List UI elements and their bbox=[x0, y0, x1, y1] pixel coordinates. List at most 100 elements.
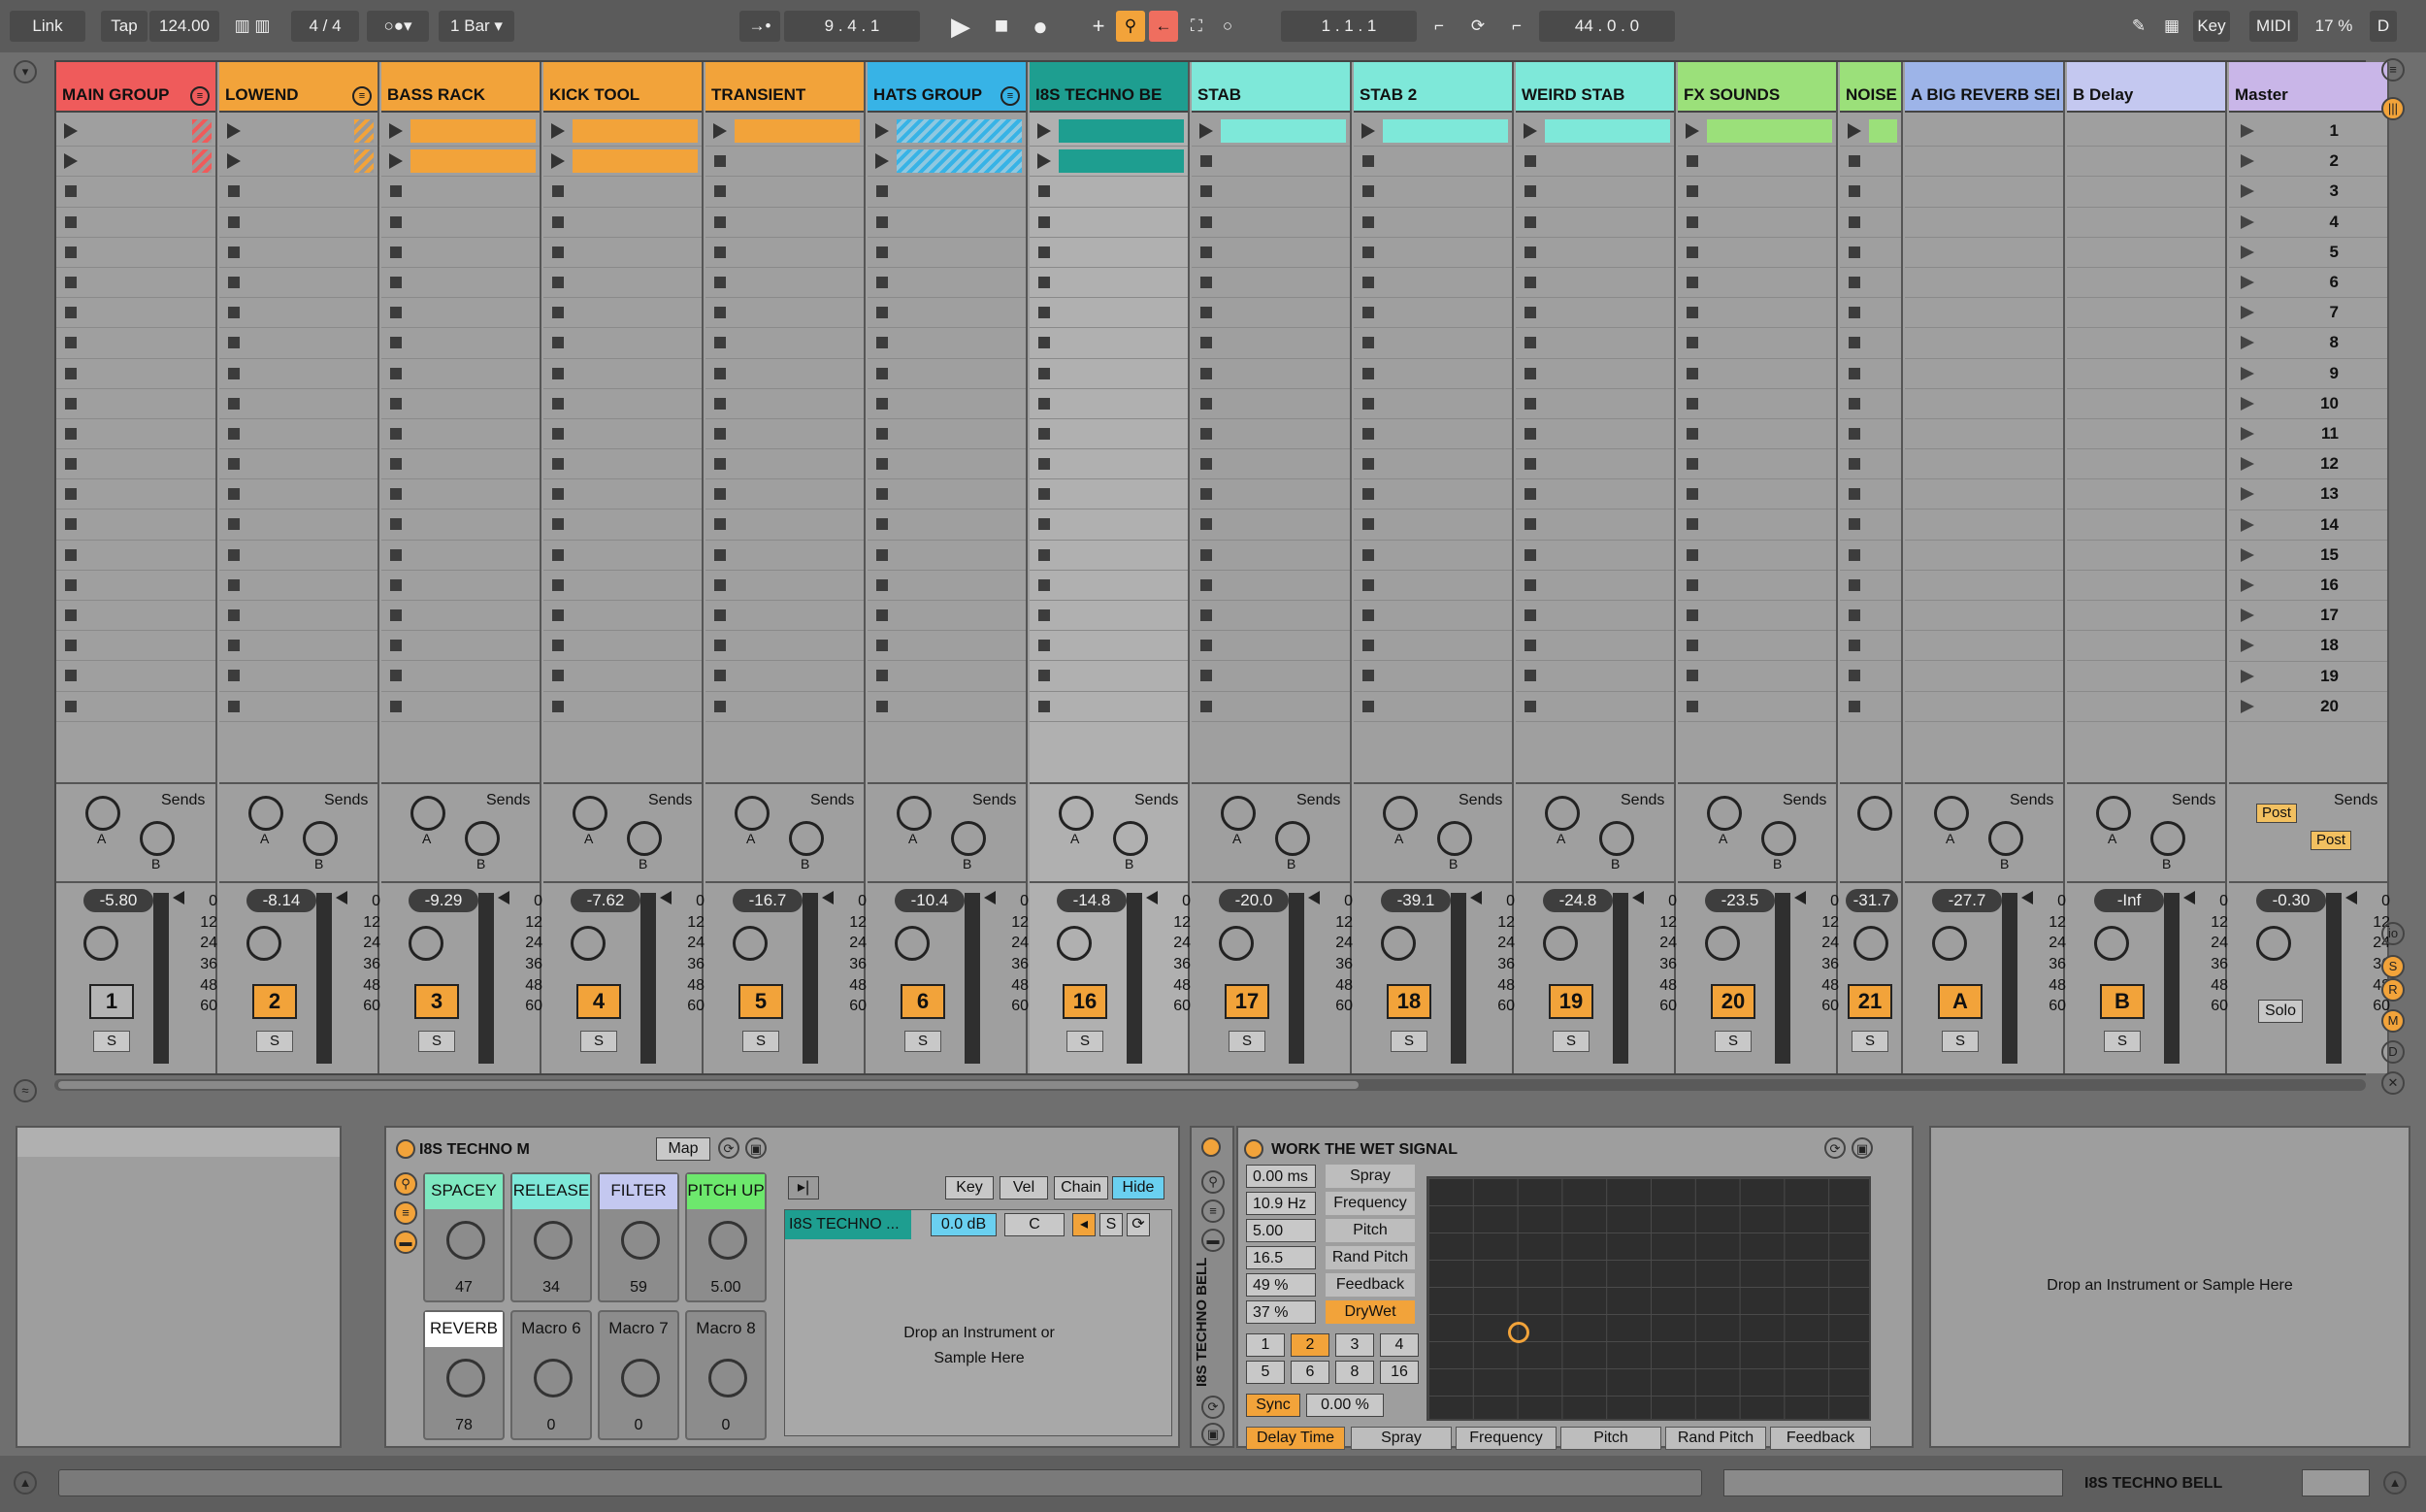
scene-3[interactable]: 3 bbox=[2229, 177, 2387, 208]
clip-slot[interactable] bbox=[1840, 631, 1901, 662]
clip-slot[interactable] bbox=[1840, 449, 1901, 480]
clip-slot[interactable] bbox=[1840, 692, 1901, 722]
send-a-knob[interactable] bbox=[2096, 796, 2131, 831]
tap-tempo-button[interactable]: Tap bbox=[101, 11, 148, 42]
link-button[interactable]: Link bbox=[10, 11, 85, 42]
clip-stop-icon[interactable] bbox=[876, 427, 888, 440]
clip-slot[interactable] bbox=[1840, 208, 1901, 238]
volume-fader-handle[interactable] bbox=[660, 891, 672, 904]
delay-division-button[interactable]: 1 bbox=[1246, 1333, 1285, 1357]
clip-slot[interactable] bbox=[381, 328, 540, 359]
clip-stop-icon[interactable] bbox=[65, 518, 77, 531]
back-to-arrangement-icon[interactable]: ← bbox=[1149, 11, 1178, 42]
clip-slot[interactable] bbox=[1840, 389, 1901, 419]
clip-slot[interactable] bbox=[1030, 116, 1188, 148]
solo-button[interactable]: S bbox=[904, 1031, 941, 1052]
clip-stop-icon[interactable] bbox=[1038, 246, 1050, 258]
clip-slot[interactable] bbox=[381, 298, 540, 329]
clip-stop-icon[interactable] bbox=[1524, 458, 1536, 471]
clip-slot[interactable] bbox=[1905, 479, 2063, 510]
clip-stop-icon[interactable] bbox=[65, 337, 77, 349]
clip-stop-icon[interactable] bbox=[1200, 155, 1212, 168]
clip-slot[interactable] bbox=[1516, 419, 1674, 450]
group-fold-icon[interactable]: ≡ bbox=[352, 86, 372, 106]
clip-stop-icon[interactable] bbox=[390, 215, 402, 228]
macro-5[interactable]: REVERB 78 bbox=[423, 1310, 505, 1440]
clip-slot[interactable] bbox=[1905, 116, 2063, 148]
clip-slot[interactable] bbox=[1516, 328, 1674, 359]
effect-param-name[interactable]: DryWet bbox=[1326, 1300, 1415, 1324]
follow-icon[interactable]: ○●▾ bbox=[367, 11, 429, 42]
clip-slot[interactable] bbox=[1516, 208, 1674, 238]
scene-launch-icon[interactable] bbox=[2241, 517, 2254, 532]
clip-slot[interactable] bbox=[219, 631, 377, 662]
clip-slot[interactable] bbox=[1192, 238, 1350, 268]
clip[interactable] bbox=[192, 149, 212, 174]
clip-slot[interactable] bbox=[1030, 298, 1188, 329]
clip-slot[interactable] bbox=[2067, 389, 2225, 419]
clip-slot[interactable] bbox=[1678, 238, 1836, 268]
clip-slot[interactable] bbox=[219, 298, 377, 329]
macro-4[interactable]: PITCH UP 5.00 bbox=[685, 1172, 767, 1302]
clip-stop-icon[interactable] bbox=[1362, 185, 1374, 198]
clip-stop-icon[interactable] bbox=[714, 155, 726, 168]
clip-slot[interactable] bbox=[1516, 177, 1674, 208]
send-b-knob[interactable] bbox=[627, 821, 662, 856]
clip-stop-icon[interactable] bbox=[1687, 185, 1698, 198]
clip-slot[interactable] bbox=[381, 208, 540, 238]
show-macros-icon[interactable]: ⚲ bbox=[394, 1172, 417, 1196]
clip-slot[interactable] bbox=[1516, 571, 1674, 601]
track-activator-button[interactable]: 5 bbox=[738, 984, 783, 1019]
clip-slot[interactable] bbox=[543, 328, 702, 359]
clip-slot[interactable] bbox=[1678, 631, 1836, 662]
scene-launch-icon[interactable] bbox=[2241, 699, 2254, 713]
solo-button[interactable]: S bbox=[1391, 1031, 1427, 1052]
clip[interactable] bbox=[897, 119, 1022, 144]
scene-launch-icon[interactable] bbox=[2241, 366, 2254, 380]
effect-param-name[interactable]: Rand Pitch bbox=[1326, 1246, 1415, 1269]
clip-slot[interactable] bbox=[705, 116, 864, 148]
clip-slot[interactable] bbox=[219, 208, 377, 238]
clip-slot[interactable] bbox=[543, 359, 702, 389]
clip[interactable] bbox=[1707, 119, 1832, 144]
clip-slot[interactable] bbox=[1354, 208, 1512, 238]
clip-slot[interactable] bbox=[1354, 479, 1512, 510]
pan-knob[interactable] bbox=[1219, 926, 1254, 961]
clip-stop-icon[interactable] bbox=[1038, 337, 1050, 349]
clip-stop-icon[interactable] bbox=[876, 215, 888, 228]
clip-slot[interactable] bbox=[868, 177, 1026, 208]
horizontal-scrollbar[interactable] bbox=[54, 1079, 2366, 1091]
clip-slot[interactable] bbox=[1678, 298, 1836, 329]
clip-slot[interactable] bbox=[1516, 692, 1674, 722]
scene-8[interactable]: 8 bbox=[2229, 328, 2387, 359]
clip-slot[interactable] bbox=[381, 601, 540, 632]
clip-slot[interactable] bbox=[1840, 419, 1901, 450]
clip-stop-icon[interactable] bbox=[390, 367, 402, 379]
master-solo-button[interactable]: Solo bbox=[2258, 1000, 2303, 1023]
send-b-knob[interactable] bbox=[951, 821, 986, 856]
scene-19[interactable]: 19 bbox=[2229, 662, 2387, 692]
clip-slot[interactable] bbox=[2067, 692, 2225, 722]
clip-stop-icon[interactable] bbox=[1038, 578, 1050, 591]
clip-slot[interactable] bbox=[1354, 238, 1512, 268]
punch-in-icon[interactable]: ⌐ bbox=[1423, 11, 1456, 42]
solo-button[interactable]: S bbox=[1066, 1031, 1103, 1052]
clip-slot[interactable] bbox=[1192, 208, 1350, 238]
clip-stop-icon[interactable] bbox=[552, 397, 564, 410]
scene-launch-icon[interactable] bbox=[2241, 457, 2254, 472]
clip-stop-icon[interactable] bbox=[1038, 397, 1050, 410]
clip-slot[interactable] bbox=[1192, 328, 1350, 359]
clip-slot[interactable] bbox=[1678, 509, 1836, 541]
clip-slot[interactable] bbox=[868, 631, 1026, 662]
clip-slot[interactable] bbox=[543, 541, 702, 571]
macro-knob[interactable] bbox=[534, 1359, 573, 1397]
clip-slot[interactable] bbox=[1030, 631, 1188, 662]
track-header[interactable]: A BIG REVERB SEN bbox=[1905, 62, 2063, 113]
clip-slot[interactable] bbox=[381, 116, 540, 148]
clip-slot[interactable] bbox=[1192, 389, 1350, 419]
clip-slot[interactable] bbox=[381, 419, 540, 450]
clip-slot[interactable] bbox=[219, 116, 377, 148]
chain-zone-button[interactable]: Chain bbox=[1054, 1176, 1108, 1200]
clip-slot[interactable] bbox=[1840, 661, 1901, 692]
clip-stop-icon[interactable] bbox=[1038, 548, 1050, 561]
